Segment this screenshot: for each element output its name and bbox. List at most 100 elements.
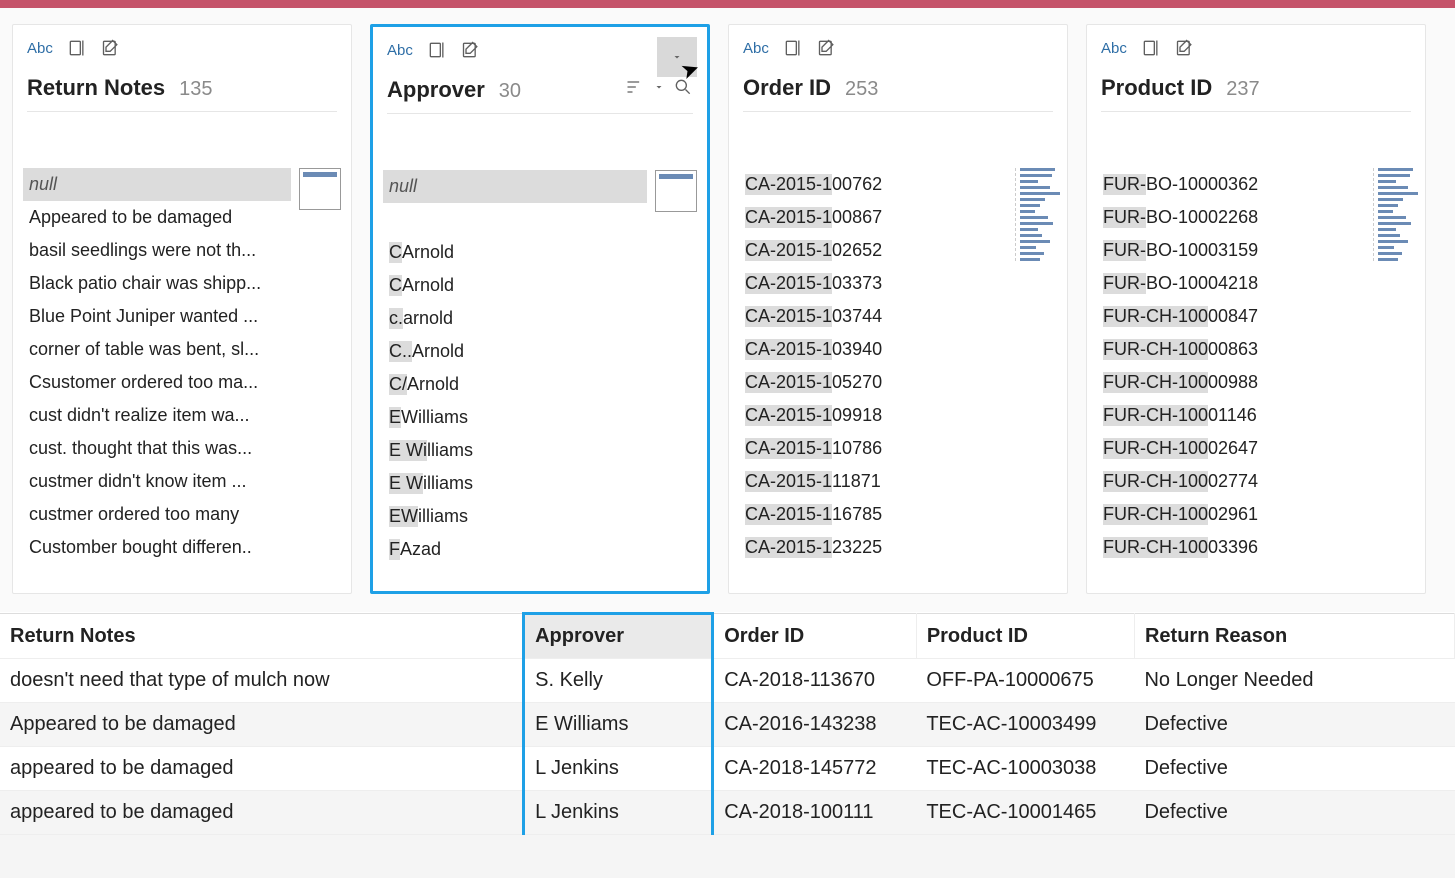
value-row[interactable]: C Arnold — [383, 236, 647, 269]
data-grid[interactable]: Return NotesApproverOrder IDProduct IDRe… — [0, 612, 1455, 835]
table-row[interactable]: appeared to be damagedL JenkinsCA-2018-1… — [0, 791, 1455, 835]
value-row[interactable]: corner of table was bent, sl... — [23, 333, 291, 366]
value-row[interactable]: FUR-BO-10004218 — [1097, 267, 1365, 300]
value-row[interactable]: CA-2015-103373 — [739, 267, 1007, 300]
table-cell[interactable]: Defective — [1134, 791, 1454, 835]
value-row[interactable]: FUR-BO-10003159 — [1097, 234, 1365, 267]
data-grid-wrap: Return NotesApproverOrder IDProduct IDRe… — [0, 612, 1455, 835]
table-cell[interactable]: appeared to be damaged — [0, 791, 524, 835]
column-header[interactable]: Return Notes — [0, 614, 524, 659]
value-row[interactable]: CA-2015-109918 — [739, 399, 1007, 432]
table-cell[interactable]: Defective — [1134, 747, 1454, 791]
value-row[interactable]: C/ Arnold — [383, 368, 647, 401]
table-cell[interactable]: CA-2018-145772 — [713, 747, 917, 791]
value-row[interactable]: custmer didn't know item ... — [23, 465, 291, 498]
field-panel[interactable]: Abc Product ID 237 FUR-BO-10000362FUR-BO… — [1086, 24, 1426, 594]
edit-icon[interactable] — [101, 38, 121, 58]
value-row[interactable]: FUR-CH-10000863 — [1097, 333, 1365, 366]
value-row[interactable]: FUR-CH-10000847 — [1097, 300, 1365, 333]
value-row[interactable]: F Azad — [383, 533, 647, 566]
type-label: Abc — [743, 40, 769, 57]
value-row[interactable]: CA-2015-111871 — [739, 465, 1007, 498]
value-row[interactable]: Appeared to be damaged — [23, 201, 291, 234]
value-row[interactable]: C Arnold — [383, 269, 647, 302]
value-row[interactable]: EWilliams — [383, 500, 647, 533]
value-row[interactable]: custmer ordered too many — [23, 498, 291, 531]
table-cell[interactable]: TEC-AC-10003038 — [916, 747, 1134, 791]
table-cell[interactable]: CA-2018-100111 — [713, 791, 917, 835]
panel-count: 30 — [499, 80, 521, 103]
value-row[interactable]: null — [23, 168, 291, 201]
field-panel[interactable]: Abc Order ID 253 CA-2015-100762CA-2015-1… — [728, 24, 1068, 594]
table-row[interactable]: appeared to be damagedL JenkinsCA-2018-1… — [0, 747, 1455, 791]
value-row[interactable]: C.. Arnold — [383, 335, 647, 368]
value-row[interactable]: FUR-CH-10002774 — [1097, 465, 1365, 498]
edit-icon[interactable] — [817, 38, 837, 58]
column-header[interactable]: Approver — [524, 614, 713, 659]
table-row[interactable]: Appeared to be damagedE WilliamsCA-2016-… — [0, 703, 1455, 747]
table-cell[interactable]: No Longer Needed — [1134, 659, 1454, 703]
table-cell[interactable]: appeared to be damaged — [0, 747, 524, 791]
value-row[interactable]: cust didn't realize item wa... — [23, 399, 291, 432]
value-row[interactable]: FUR-CH-10000988 — [1097, 366, 1365, 399]
table-cell[interactable]: L Jenkins — [524, 747, 713, 791]
value-row[interactable]: FUR-BO-10002268 — [1097, 201, 1365, 234]
rename-icon[interactable] — [67, 38, 87, 58]
panel-title: Order ID — [743, 75, 831, 101]
table-cell[interactable]: doesn't need that type of mulch now — [0, 659, 524, 703]
rename-icon[interactable] — [1141, 38, 1161, 58]
rename-icon[interactable] — [427, 40, 447, 60]
value-row[interactable]: cust. thought that this was... — [23, 432, 291, 465]
value-row[interactable]: FUR-BO-10000362 — [1097, 168, 1365, 201]
table-cell[interactable]: E Williams — [524, 703, 713, 747]
value-row[interactable]: Customber bought differen.. — [23, 531, 291, 564]
value-list: CA-2015-100762CA-2015-100867CA-2015-1026… — [739, 168, 1007, 583]
value-row[interactable]: null — [383, 170, 647, 203]
value-row[interactable]: FUR-CH-10002961 — [1097, 498, 1365, 531]
value-row[interactable]: Blue Point Juniper wanted ... — [23, 300, 291, 333]
value-row[interactable]: basil seedlings were not th... — [23, 234, 291, 267]
field-panel[interactable]: ➤ Abc Approver 30 nullC ArnoldC Arnoldc.… — [370, 24, 710, 594]
value-row[interactable]: CA-2015-105270 — [739, 366, 1007, 399]
column-header[interactable]: Return Reason — [1134, 614, 1454, 659]
table-cell[interactable]: TEC-AC-10003499 — [916, 703, 1134, 747]
value-row[interactable]: FUR-CH-10002647 — [1097, 432, 1365, 465]
table-cell[interactable]: L Jenkins — [524, 791, 713, 835]
edit-icon[interactable] — [1175, 38, 1195, 58]
value-row[interactable]: CA-2015-116785 — [739, 498, 1007, 531]
value-row[interactable]: E Williams — [383, 467, 647, 500]
table-cell[interactable]: OFF-PA-10000675 — [916, 659, 1134, 703]
value-row[interactable]: E Wi lliams — [383, 434, 647, 467]
value-row[interactable]: CA-2015-110786 — [739, 432, 1007, 465]
value-row[interactable]: E Williams — [383, 401, 647, 434]
table-cell[interactable]: S. Kelly — [524, 659, 713, 703]
table-cell[interactable]: Defective — [1134, 703, 1454, 747]
profile-panels-row: Abc Return Notes 135 nullAppeared to be … — [0, 8, 1455, 612]
value-row[interactable]: CA-2015-123225 — [739, 531, 1007, 564]
value-row[interactable]: Black patio chair was shipp... — [23, 267, 291, 300]
field-panel[interactable]: Abc Return Notes 135 nullAppeared to be … — [12, 24, 352, 594]
table-cell[interactable]: CA-2018-113670 — [713, 659, 917, 703]
panel-count: 237 — [1226, 78, 1259, 101]
dropdown-icon[interactable] — [653, 81, 665, 93]
rename-icon[interactable] — [783, 38, 803, 58]
value-row[interactable] — [383, 203, 647, 236]
column-header[interactable]: Product ID — [916, 614, 1134, 659]
value-row[interactable]: CA-2015-102652 — [739, 234, 1007, 267]
value-row[interactable]: CA-2015-100762 — [739, 168, 1007, 201]
type-label: Abc — [387, 42, 413, 59]
value-row[interactable]: CA-2015-103940 — [739, 333, 1007, 366]
value-row[interactable]: CA-2015-100867 — [739, 201, 1007, 234]
table-row[interactable]: doesn't need that type of mulch nowS. Ke… — [0, 659, 1455, 703]
table-cell[interactable]: CA-2016-143238 — [713, 703, 917, 747]
table-cell[interactable]: TEC-AC-10001465 — [916, 791, 1134, 835]
value-row[interactable]: FUR-CH-10003396 — [1097, 531, 1365, 564]
value-row[interactable]: c. arnold — [383, 302, 647, 335]
value-row[interactable]: Csustomer ordered too ma... — [23, 366, 291, 399]
sort-icon[interactable] — [625, 77, 645, 97]
value-row[interactable]: FUR-CH-10001146 — [1097, 399, 1365, 432]
table-cell[interactable]: Appeared to be damaged — [0, 703, 524, 747]
value-row[interactable]: CA-2015-103744 — [739, 300, 1007, 333]
edit-icon[interactable] — [461, 40, 481, 60]
column-header[interactable]: Order ID — [713, 614, 917, 659]
